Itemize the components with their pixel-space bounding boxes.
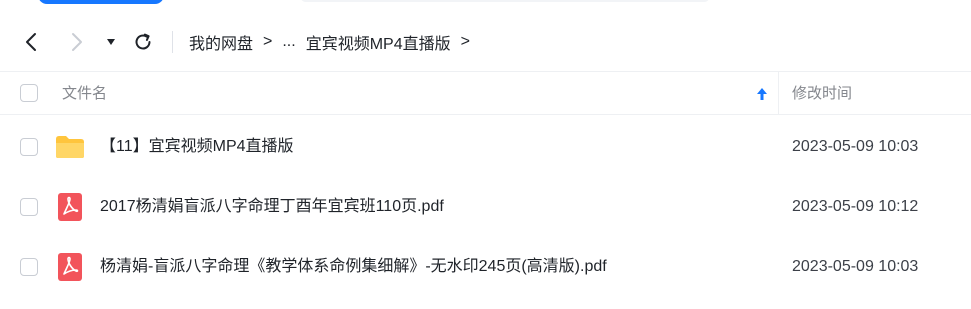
file-name[interactable]: 2017杨清娟盲派八字命理丁酉年宜宾班110页.pdf [100, 177, 444, 237]
column-header-name[interactable]: 文件名 [62, 72, 107, 115]
breadcrumb-root[interactable]: 我的网盘 [189, 30, 253, 54]
top-search-bar[interactable] [300, 0, 710, 2]
row-checkbox[interactable] [20, 198, 38, 216]
back-button[interactable] [18, 29, 44, 55]
breadcrumb: 我的网盘 > ... 宜宾视频MP4直播版 > [189, 14, 480, 70]
table-row[interactable]: 2017杨清娟盲派八字命理丁酉年宜宾班110页.pdf 2023-05-09 1… [0, 177, 971, 237]
breadcrumb-separator: > [460, 33, 470, 50]
top-action-button[interactable] [38, 0, 164, 4]
folder-icon [55, 134, 85, 160]
table-row[interactable]: 【11】宜宾视频MP4直播版 2023-05-09 10:03 [0, 117, 971, 177]
toolbar: 我的网盘 > ... 宜宾视频MP4直播版 > [0, 14, 971, 70]
column-divider[interactable] [778, 72, 779, 115]
file-modified-time: 2023-05-09 10:03 [792, 138, 919, 155]
breadcrumb-current[interactable]: 宜宾视频MP4直播版 [306, 30, 451, 54]
top-strip [0, 0, 971, 10]
row-checkbox[interactable] [20, 258, 38, 276]
caret-down-icon [107, 39, 115, 45]
refresh-button[interactable] [130, 29, 156, 55]
file-modified-time: 2023-05-09 10:03 [792, 258, 919, 275]
file-name[interactable]: 杨清娟-盲派八字命理《教学体系命例集细解》-无水印245页(高清版).pdf [100, 237, 607, 297]
chevron-right-icon [72, 33, 82, 51]
sort-ascending-icon[interactable] [754, 85, 770, 103]
table-header: 文件名 修改时间 [0, 71, 971, 115]
chevron-left-icon [26, 33, 36, 51]
select-all-checkbox[interactable] [20, 84, 38, 102]
file-modified-time: 2023-05-09 10:12 [792, 198, 919, 215]
breadcrumb-ellipsis[interactable]: ... [282, 33, 295, 51]
file-name[interactable]: 【11】宜宾视频MP4直播版 [100, 117, 294, 177]
breadcrumb-separator: > [263, 33, 273, 50]
pdf-icon [58, 253, 82, 281]
pdf-icon [58, 193, 82, 221]
forward-button[interactable] [64, 29, 90, 55]
row-checkbox[interactable] [20, 138, 38, 156]
history-dropdown-button[interactable] [102, 29, 120, 55]
column-header-modified[interactable]: 修改时间 [792, 72, 852, 115]
file-list: 【11】宜宾视频MP4直播版 2023-05-09 10:03 2017杨清娟盲… [0, 117, 971, 297]
refresh-icon [135, 33, 151, 50]
toolbar-divider [172, 31, 173, 53]
table-row[interactable]: 杨清娟-盲派八字命理《教学体系命例集细解》-无水印245页(高清版).pdf 2… [0, 237, 971, 297]
